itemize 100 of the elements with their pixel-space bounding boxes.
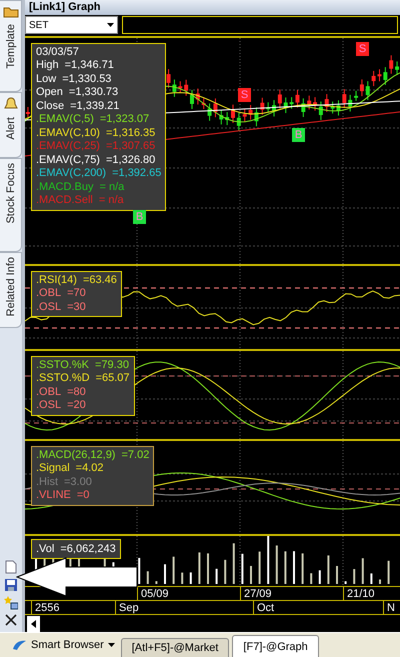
candlestick — [219, 109, 224, 125]
candlestick — [260, 96, 264, 115]
candlestick — [178, 80, 182, 92]
legend-label: .OBL — [36, 287, 62, 301]
candlestick — [301, 98, 306, 118]
symbol-dropdown[interactable]: SET — [25, 16, 118, 34]
date-label: 21/10 — [343, 586, 375, 601]
legend-label: .Vol — [36, 542, 54, 556]
candlestick — [266, 101, 270, 113]
candlestick — [190, 89, 194, 110]
legend-value: =1,392.65 — [112, 167, 162, 181]
volume-bar — [344, 580, 347, 584]
legend-value: =65.07 — [96, 372, 130, 386]
window-tab[interactable]: [Atl+F5]-@Market — [120, 638, 230, 657]
sidebar-tab[interactable]: Template — [0, 0, 22, 92]
legend-label: .Signal — [36, 462, 70, 476]
legend-label: High — [36, 59, 59, 73]
legend-value: =1,326.80 — [106, 154, 156, 168]
candlestick — [26, 106, 30, 118]
legend-value: =6,062,243 — [60, 542, 116, 556]
candlestick — [389, 54, 394, 74]
sidebar-tab[interactable]: Related Info — [0, 252, 22, 328]
legend-label: Low — [36, 72, 56, 86]
month-label: 2556 — [31, 600, 60, 615]
volume-bar — [353, 568, 356, 584]
volume-bar — [318, 570, 321, 584]
legend-label: .EMAV(C,10) — [36, 126, 100, 140]
sell-marker: S — [238, 88, 251, 102]
legend-value: =4.02 — [76, 462, 104, 476]
legend-label: Open — [36, 86, 63, 100]
candlestick — [307, 94, 312, 110]
volume-bar — [172, 556, 175, 584]
legend-label: .EMAV(C,75) — [36, 154, 100, 168]
legend-value: =1,339.21 — [70, 100, 120, 114]
candlestick — [236, 112, 241, 132]
legend-label: .RSI(14) — [36, 274, 77, 288]
sell-marker: S — [356, 42, 369, 56]
legend-label: .MACD(26,12,9) — [36, 448, 116, 462]
candlestick — [342, 88, 346, 108]
candlestick — [184, 78, 188, 96]
volume-bar — [302, 553, 304, 584]
candlestick — [242, 108, 247, 122]
volume-bar — [310, 572, 312, 584]
volume-bar — [190, 572, 192, 584]
save-icon[interactable] — [4, 578, 18, 592]
month-label: N — [383, 600, 395, 615]
folder-icon — [2, 5, 18, 18]
window-tab[interactable]: [F7]-@Graph — [232, 635, 319, 657]
candlestick — [378, 68, 382, 82]
volume-bar — [146, 570, 149, 584]
legend-label: .EMAV(C,200) — [36, 167, 106, 181]
legend-value: =1,330.73 — [68, 86, 118, 100]
volume-bar — [181, 572, 184, 584]
legend-value: =1,330.53 — [62, 72, 112, 86]
legend-label: .MACD.Sell — [36, 194, 93, 208]
volume-bar — [138, 558, 140, 584]
month-label: Sep — [115, 600, 139, 615]
legend-value: = n/a — [98, 194, 124, 208]
left-arrow-icon — [31, 620, 36, 628]
legend-value: =0 — [76, 489, 90, 503]
volume-bar — [224, 560, 226, 584]
legend-value: =20 — [67, 399, 86, 413]
legend-value: =3.00 — [64, 476, 92, 490]
legend-label: .SSTO.%K — [36, 358, 89, 372]
buy-marker: B — [292, 128, 305, 142]
close-icon[interactable] — [5, 614, 17, 626]
volume-bar — [362, 558, 364, 584]
candlestick — [196, 88, 200, 105]
volume-bar — [267, 536, 270, 584]
volume-bar — [370, 573, 372, 584]
legend-label: .SSTO.%D — [36, 372, 90, 386]
legend-label: .MACD.Buy — [36, 180, 94, 194]
month-label: Oct — [253, 600, 274, 615]
caret-icon — [107, 23, 114, 28]
volume-bar — [284, 551, 286, 584]
legend-value: =1,346.71 — [64, 59, 114, 73]
candlestick — [395, 60, 400, 76]
window-title: [Link1] Graph — [25, 0, 400, 15]
volume-bar — [216, 568, 218, 584]
legend-value: =70 — [67, 287, 86, 301]
bell-icon — [4, 97, 18, 111]
volume-bar — [241, 554, 244, 584]
candlestick — [231, 104, 235, 124]
legend-value: =30 — [67, 300, 86, 314]
candlestick — [202, 97, 206, 110]
legend-value: =7.02 — [121, 448, 150, 462]
browser-icon — [11, 639, 27, 651]
volume-bar — [155, 580, 158, 584]
sidebar-tab[interactable]: Stock Focus — [0, 158, 22, 252]
candlestick — [366, 80, 370, 100]
star-window-icon[interactable] — [4, 596, 18, 610]
legend-label: .EMAV(C,25) — [36, 140, 100, 154]
scroll-left-button[interactable] — [27, 616, 40, 632]
legend-value: =79.30 — [94, 358, 129, 372]
legend-value: =1,316.35 — [106, 126, 156, 140]
candlestick — [348, 94, 352, 112]
candlestick — [284, 96, 288, 114]
candlestick — [383, 66, 388, 86]
sidebar-tab[interactable]: Alert — [0, 92, 22, 158]
legend-value: =63.46 — [82, 274, 117, 288]
